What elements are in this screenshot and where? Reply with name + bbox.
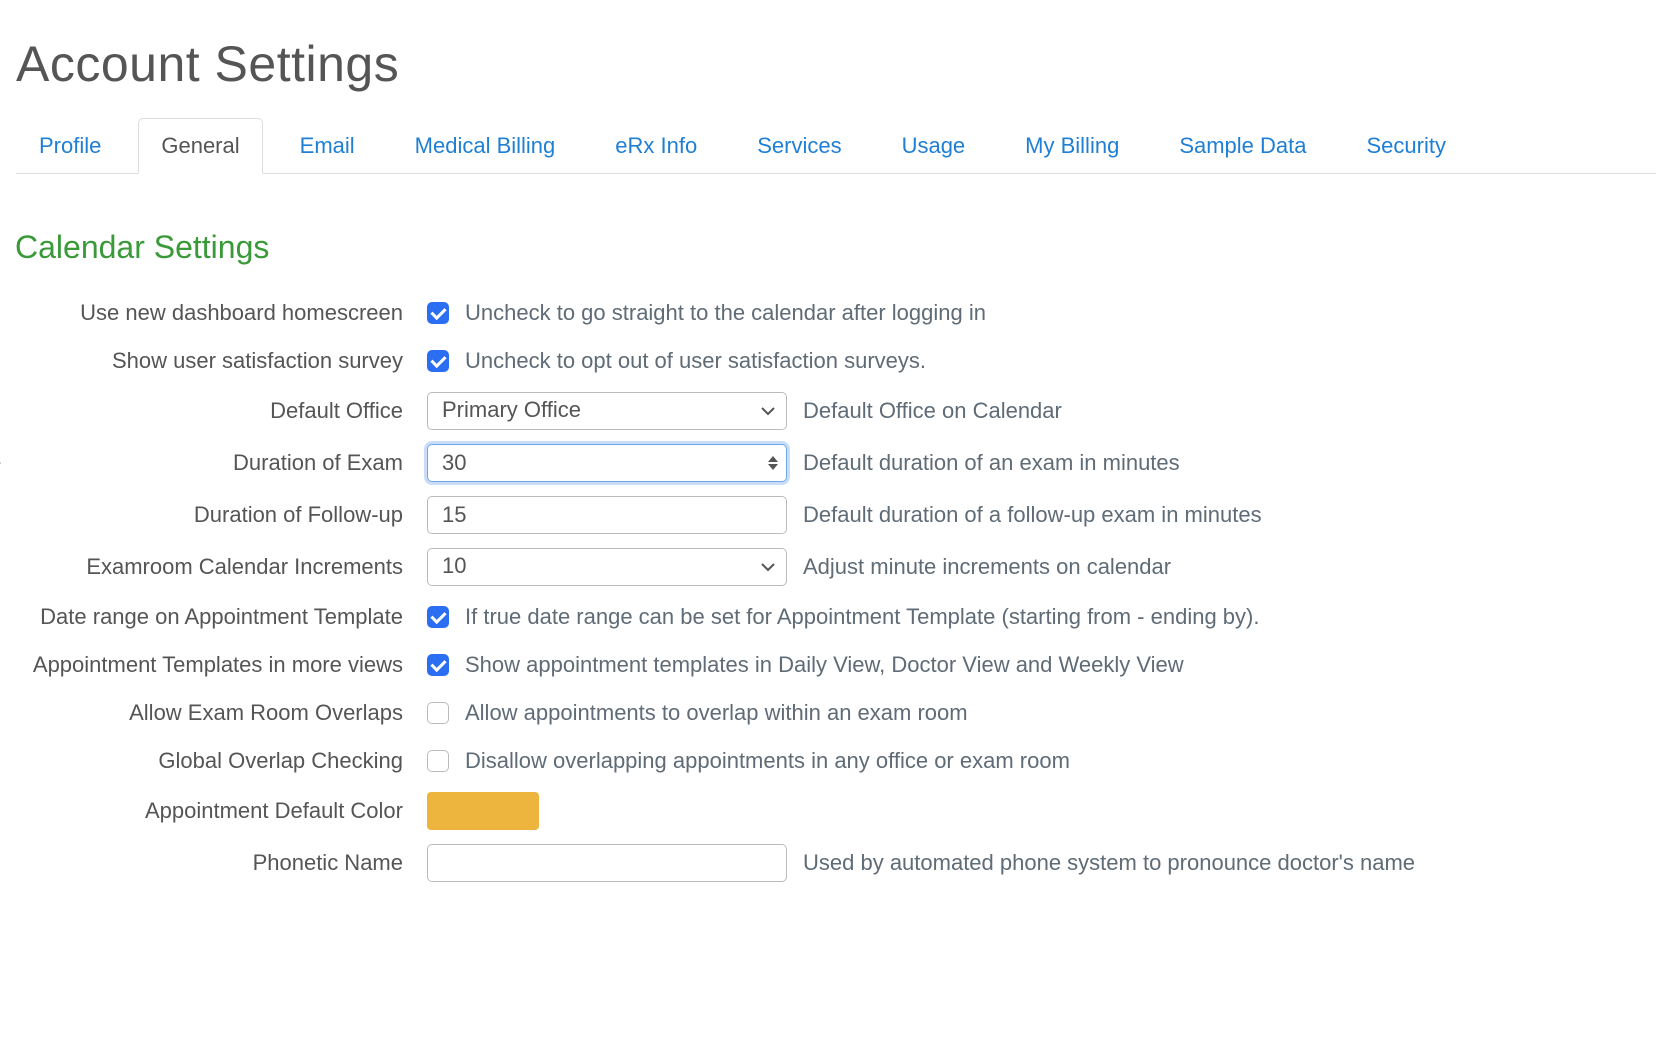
color-swatch[interactable] xyxy=(427,792,539,830)
label-phonetic-name: Phonetic Name xyxy=(13,850,427,876)
input-duration-exam[interactable] xyxy=(427,444,787,482)
label-use-new-dashboard: Use new dashboard homescreen xyxy=(13,300,427,326)
tab-usage[interactable]: Usage xyxy=(879,118,989,174)
label-calendar-increments: Examroom Calendar Increments xyxy=(13,554,427,580)
help-allow-overlaps: Allow appointments to overlap within an … xyxy=(465,700,968,726)
help-templates-more-views: Show appointment templates in Daily View… xyxy=(465,652,1184,678)
label-default-office: Default Office xyxy=(13,398,427,424)
page-title: Account Settings xyxy=(16,35,1656,93)
select-default-office[interactable]: Primary Office xyxy=(427,392,787,430)
help-duration-exam: Default duration of an exam in minutes xyxy=(803,450,1180,476)
help-default-office: Default Office on Calendar xyxy=(803,398,1062,424)
label-global-overlap: Global Overlap Checking xyxy=(13,748,427,774)
help-use-new-dashboard: Uncheck to go straight to the calendar a… xyxy=(465,300,986,326)
tab-erx-info[interactable]: eRx Info xyxy=(592,118,720,174)
help-date-range-template: If true date range can be set for Appoin… xyxy=(465,604,1259,630)
tab-general[interactable]: General xyxy=(138,118,262,174)
checkbox-global-overlap[interactable] xyxy=(427,750,449,772)
tab-my-billing[interactable]: My Billing xyxy=(1002,118,1142,174)
tab-profile[interactable]: Profile xyxy=(16,118,124,174)
help-duration-followup: Default duration of a follow-up exam in … xyxy=(803,502,1262,528)
checkbox-use-new-dashboard[interactable] xyxy=(427,302,449,324)
help-calendar-increments: Adjust minute increments on calendar xyxy=(803,554,1171,580)
section-title: Calendar Settings xyxy=(15,229,1656,266)
select-calendar-increments[interactable]: 10 xyxy=(427,548,787,586)
label-show-survey: Show user satisfaction survey xyxy=(13,348,427,374)
label-default-color: Appointment Default Color xyxy=(13,798,427,824)
input-phonetic-name[interactable] xyxy=(427,844,787,882)
tabs-nav: Profile General Email Medical Billing eR… xyxy=(16,118,1656,174)
help-global-overlap: Disallow overlapping appointments in any… xyxy=(465,748,1070,774)
checkbox-show-survey[interactable] xyxy=(427,350,449,372)
label-templates-more-views: Appointment Templates in more views xyxy=(13,652,427,678)
input-duration-followup[interactable] xyxy=(427,496,787,534)
checkbox-allow-overlaps[interactable] xyxy=(427,702,449,724)
tab-security[interactable]: Security xyxy=(1344,118,1469,174)
checkbox-templates-more-views[interactable] xyxy=(427,654,449,676)
label-duration-exam: Duration of Exam xyxy=(13,450,427,476)
tab-email[interactable]: Email xyxy=(277,118,378,174)
tab-services[interactable]: Services xyxy=(734,118,864,174)
checkbox-date-range-template[interactable] xyxy=(427,606,449,628)
label-allow-overlaps: Allow Exam Room Overlaps xyxy=(13,700,427,726)
label-date-range-template: Date range on Appointment Template xyxy=(13,604,427,630)
tab-sample-data[interactable]: Sample Data xyxy=(1156,118,1329,174)
help-show-survey: Uncheck to opt out of user satisfaction … xyxy=(465,348,926,374)
help-phonetic-name: Used by automated phone system to pronou… xyxy=(803,850,1415,876)
label-duration-followup: Duration of Follow-up xyxy=(13,502,427,528)
pointer-arrow-icon xyxy=(0,448,3,478)
tab-medical-billing[interactable]: Medical Billing xyxy=(392,118,579,174)
